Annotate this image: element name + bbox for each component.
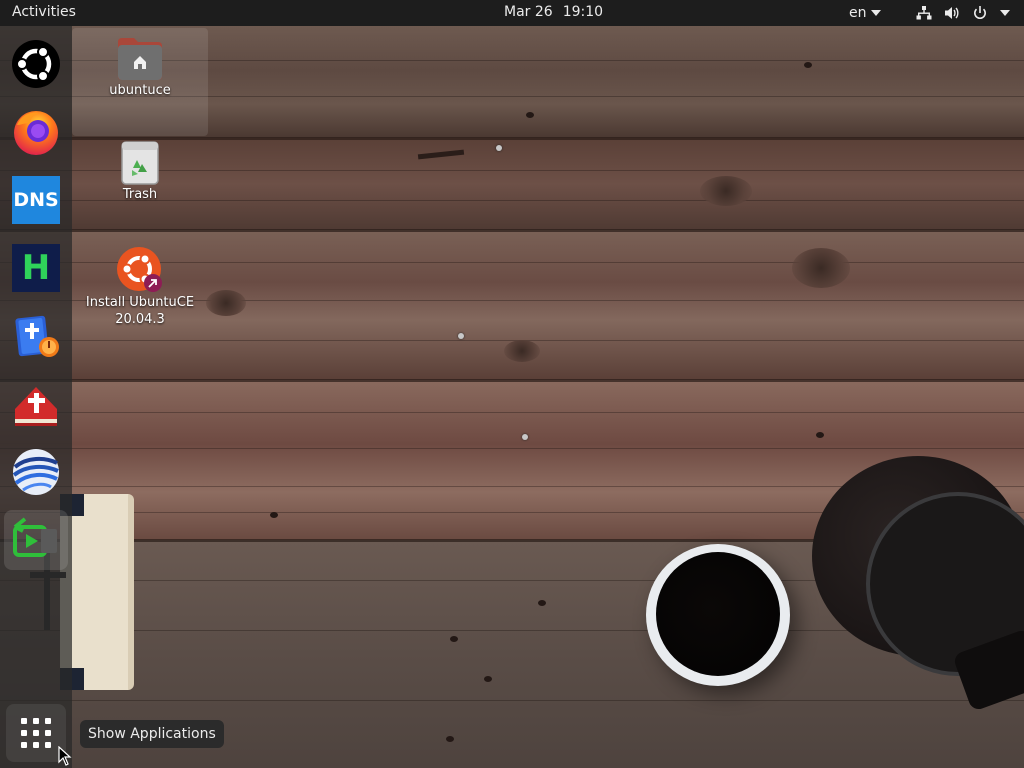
dock-item-red-bible[interactable] — [8, 376, 64, 432]
globe-app-icon — [12, 449, 59, 495]
dock-item-firefox[interactable] — [8, 104, 64, 160]
desktop-icon-home-folder[interactable]: ubuntuce — [80, 30, 200, 99]
chevron-down-icon — [1000, 10, 1010, 16]
screen-recorder-icon — [13, 517, 57, 557]
language-selector[interactable]: en — [849, 5, 881, 21]
desktop-icon-trash[interactable]: Trash — [80, 140, 200, 203]
language-label: en — [849, 5, 867, 21]
power-icon — [974, 6, 986, 20]
dock-item-bible-app[interactable] — [8, 308, 64, 364]
trash-icon — [121, 141, 159, 185]
show-applications-button[interactable] — [6, 704, 66, 762]
h-app-icon: H — [12, 244, 60, 292]
firefox-icon — [14, 111, 58, 155]
home-folder-icon — [118, 38, 162, 80]
mouse-cursor-icon — [58, 746, 72, 766]
dock-item-ubuntu[interactable] — [8, 36, 64, 92]
install-label-line1: Install UbuntuCE — [85, 295, 195, 310]
show-applications-tooltip: Show Applications — [80, 720, 224, 748]
bible-app-icon — [15, 315, 59, 357]
top-bar: Activities Mar 26 19:10 en — [0, 0, 1024, 26]
home-folder-label: ubuntuce — [109, 83, 171, 98]
install-label-line2: 20.04.3 — [115, 312, 165, 327]
activities-button[interactable]: Activities — [12, 4, 76, 20]
network-icon — [916, 6, 932, 20]
volume-icon — [945, 7, 959, 19]
chevron-down-icon — [870, 10, 881, 16]
ubuntu-logo-icon — [12, 40, 60, 88]
red-bible-icon — [15, 387, 57, 426]
installer-icon — [117, 247, 162, 292]
dock: DNS H — [0, 26, 72, 768]
clock-date: Mar 26 — [504, 4, 553, 20]
desktop-icon-install-ubuntuce[interactable]: Install UbuntuCE 20.04.3 — [80, 246, 200, 328]
system-menu[interactable] — [916, 5, 1010, 21]
clock-time: 19:10 — [562, 4, 604, 20]
dock-item-screen-recorder[interactable] — [4, 510, 68, 570]
dns-icon: DNS — [12, 176, 60, 224]
trash-label: Trash — [122, 187, 158, 202]
dock-item-globe-app[interactable] — [8, 444, 64, 500]
app-grid-icon — [21, 718, 51, 748]
dock-item-dns[interactable]: DNS — [8, 172, 64, 228]
clock-button[interactable]: Mar 26 19:10 — [504, 4, 603, 20]
dock-item-h-app[interactable]: H — [8, 240, 64, 296]
